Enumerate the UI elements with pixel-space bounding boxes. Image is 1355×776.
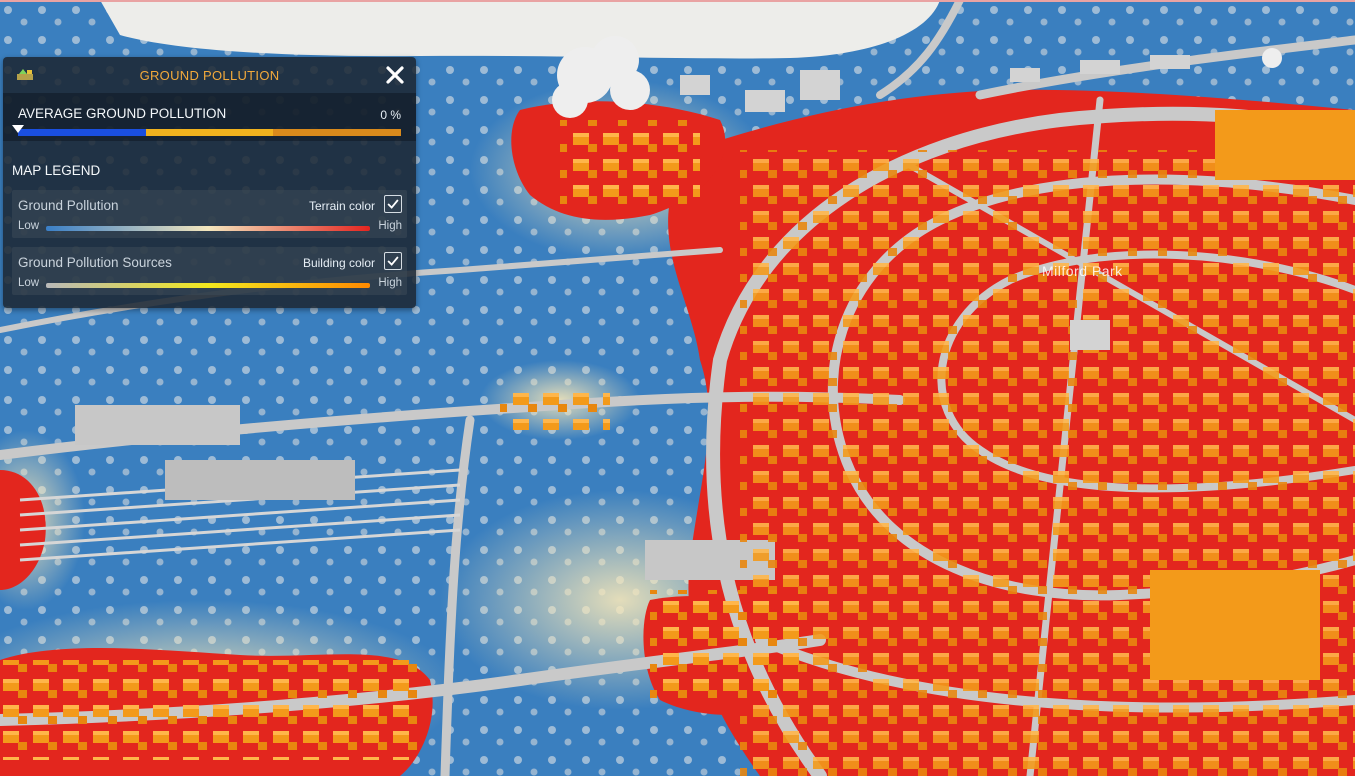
terrain-color-label: Terrain color	[308, 199, 375, 213]
legend-high-label: High	[378, 277, 402, 289]
ground-pollution-gradient	[46, 226, 370, 231]
building-color-checkbox[interactable]	[384, 252, 402, 270]
building-cluster	[560, 120, 700, 210]
legend-item-ground-pollution: Ground Pollution Terrain color Low High	[12, 190, 407, 238]
building-cluster	[0, 660, 420, 760]
building-cluster	[500, 390, 610, 430]
legend-low-label: Low	[18, 220, 40, 232]
panel-header: GROUND POLLUTION	[3, 57, 416, 93]
snow-field	[100, 0, 940, 59]
bar-segment-low	[18, 129, 146, 136]
ground-pollution-panel: GROUND POLLUTION AVERAGE GROUND POLLUTIO…	[3, 57, 416, 308]
legend-item-ground-pollution-sources: Ground Pollution Sources Building color …	[12, 247, 407, 295]
building-cluster	[650, 590, 800, 700]
smoke-plume	[1262, 48, 1282, 68]
rail-depot	[165, 460, 355, 500]
pollution-sources-gradient	[46, 283, 370, 288]
factory	[1215, 110, 1355, 180]
building-color-label: Building color	[302, 256, 375, 270]
average-level-marker	[12, 125, 24, 133]
district-label: Milford Park	[1042, 263, 1123, 279]
legend-heading: MAP LEGEND	[12, 163, 101, 178]
bar-segment-high	[273, 129, 402, 136]
average-pollution-label: AVERAGE GROUND POLLUTION	[18, 106, 227, 121]
legend-item-name: Ground Pollution	[18, 198, 119, 213]
terrain-color-checkbox[interactable]	[384, 195, 402, 213]
factory	[1150, 570, 1320, 680]
legend-low-label: Low	[18, 277, 40, 289]
legend-item-name: Ground Pollution Sources	[18, 255, 172, 270]
bar-segment-mid	[145, 129, 274, 136]
close-icon[interactable]	[383, 63, 407, 87]
warehouse	[75, 405, 240, 445]
average-pollution-bar	[18, 129, 402, 136]
top-edge-line	[0, 0, 1355, 2]
legend-high-label: High	[378, 220, 402, 232]
panel-title: GROUND POLLUTION	[139, 68, 280, 83]
average-pollution-value: 0 %	[380, 108, 401, 122]
building-cluster	[740, 150, 1355, 776]
